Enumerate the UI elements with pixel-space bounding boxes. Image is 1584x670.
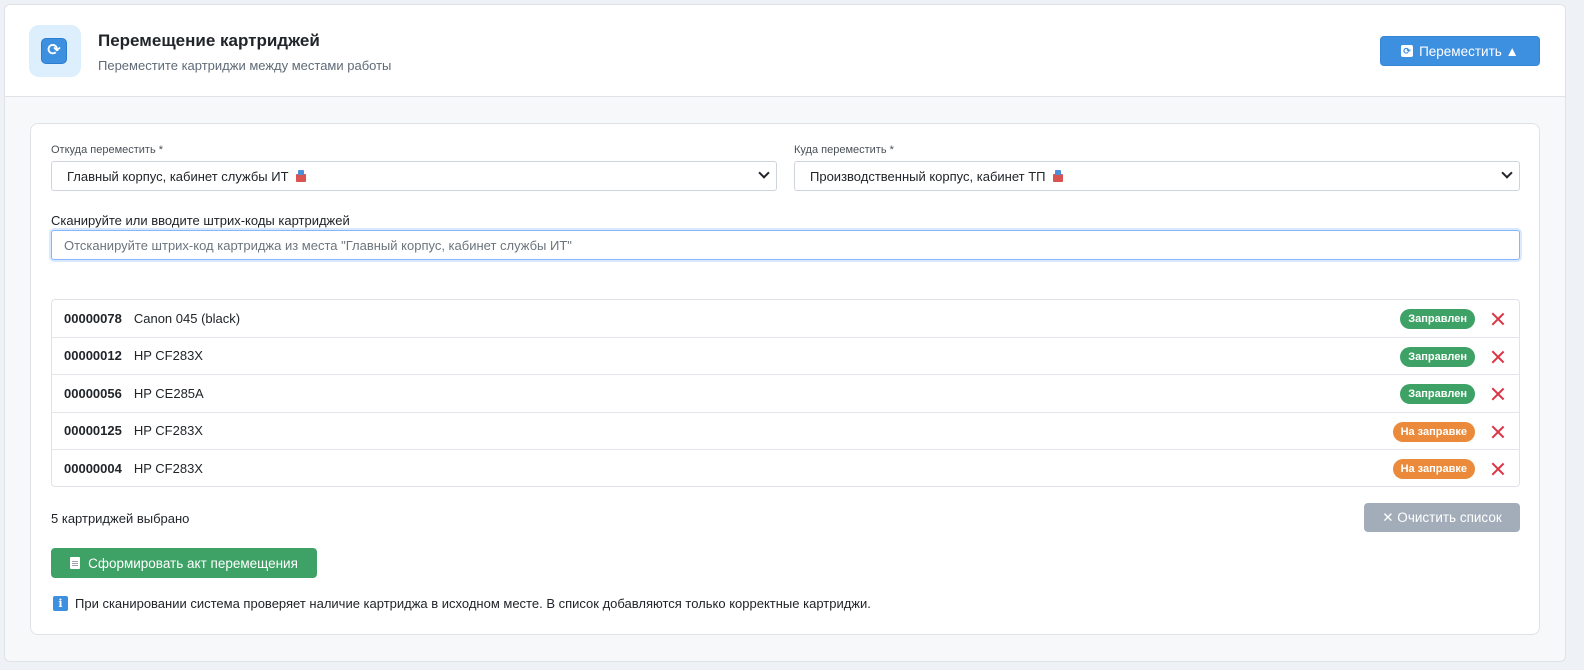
cartridge-model: HP CF283X (133, 348, 203, 364)
scan-label: Сканируйте или вводите штрих-коды картри… (51, 213, 350, 228)
close-icon[interactable] (1491, 387, 1505, 401)
chevron-down-icon (1501, 167, 1513, 179)
cartridge-model: Canon 045 (black) (133, 310, 241, 326)
info-note: i При сканировании система проверяет нал… (53, 596, 871, 611)
list-item: 00000125 HP CF283X На заправке (52, 413, 1519, 450)
status-badge: На заправке (1392, 421, 1475, 442)
status-badge: Заправлен (1400, 346, 1475, 367)
list-item: 00000078 Canon 045 (black) Заправлен (52, 300, 1519, 338)
status-badge: На заправке (1392, 459, 1475, 479)
cartridge-code: 00000056 (64, 385, 122, 401)
list-item: 00000056 HP CE285A Заправлен (52, 375, 1519, 413)
close-icon[interactable] (1491, 350, 1505, 364)
barcode-input[interactable] (51, 230, 1520, 260)
close-icon[interactable] (1491, 425, 1505, 439)
cartridge-code: 00000004 (64, 461, 122, 477)
move-button[interactable]: ⟳ Переместить ▲ (1380, 36, 1540, 66)
selected-count: 5 картриджей выбрано (51, 511, 190, 526)
list-item: 00000012 HP CF283X Заправлен (52, 338, 1519, 375)
to-select-value: Производственный корпус, кабинет ТП (810, 168, 1046, 184)
list-item: 00000004 HP CF283X На заправке (52, 450, 1519, 486)
create-act-button-label: Сформировать акт перемещения (88, 555, 298, 571)
to-select[interactable]: Производственный корпус, кабинет ТП (794, 161, 1520, 191)
app-icon-container: ⟳ (29, 25, 81, 77)
chevron-down-icon (758, 167, 770, 179)
close-icon[interactable] (1491, 312, 1505, 326)
move-button-label: Переместить ▲ (1419, 43, 1519, 59)
cartridge-model: HP CE285A (133, 385, 204, 401)
status-badge: Заправлен (1400, 384, 1475, 404)
page-title: Перемещение картриджей (98, 31, 320, 50)
page-container: ⟳ Перемещение картриджей Переместите кар… (4, 4, 1566, 662)
cartridge-list: 00000078 Canon 045 (black) Заправлен 000… (51, 299, 1520, 487)
cartridge-code: 00000012 (64, 348, 122, 364)
info-icon: i (53, 596, 68, 611)
move-form-card: Откуда переместить * Главный корпус, каб… (30, 123, 1540, 635)
to-label: Куда переместить * (794, 144, 894, 156)
document-icon (70, 557, 81, 569)
close-icon[interactable] (1491, 462, 1505, 476)
page-header: ⟳ Перемещение картриджей Переместите кар… (5, 5, 1565, 97)
create-act-button[interactable]: Сформировать акт перемещения (51, 548, 317, 578)
from-label: Откуда переместить * (51, 144, 164, 156)
cartridge-model: HP CF283X (133, 423, 203, 439)
refresh-icon: ⟳ (1401, 45, 1414, 57)
status-badge: Заправлен (1400, 309, 1475, 329)
building-icon (1052, 170, 1064, 182)
from-select-value: Главный корпус, кабинет службы ИТ (67, 168, 289, 184)
info-text: При сканировании система проверяет налич… (75, 596, 871, 611)
from-select[interactable]: Главный корпус, кабинет службы ИТ (51, 161, 777, 191)
refresh-icon: ⟳ (41, 38, 67, 64)
building-icon (295, 170, 307, 182)
cartridge-code: 00000125 (64, 423, 122, 439)
cartridge-model: HP CF283X (133, 461, 203, 477)
clear-list-button[interactable]: ✕ Очистить список (1364, 503, 1520, 532)
cartridge-code: 00000078 (64, 310, 122, 326)
page-subtitle: Переместите картриджи между местами рабо… (98, 58, 392, 73)
